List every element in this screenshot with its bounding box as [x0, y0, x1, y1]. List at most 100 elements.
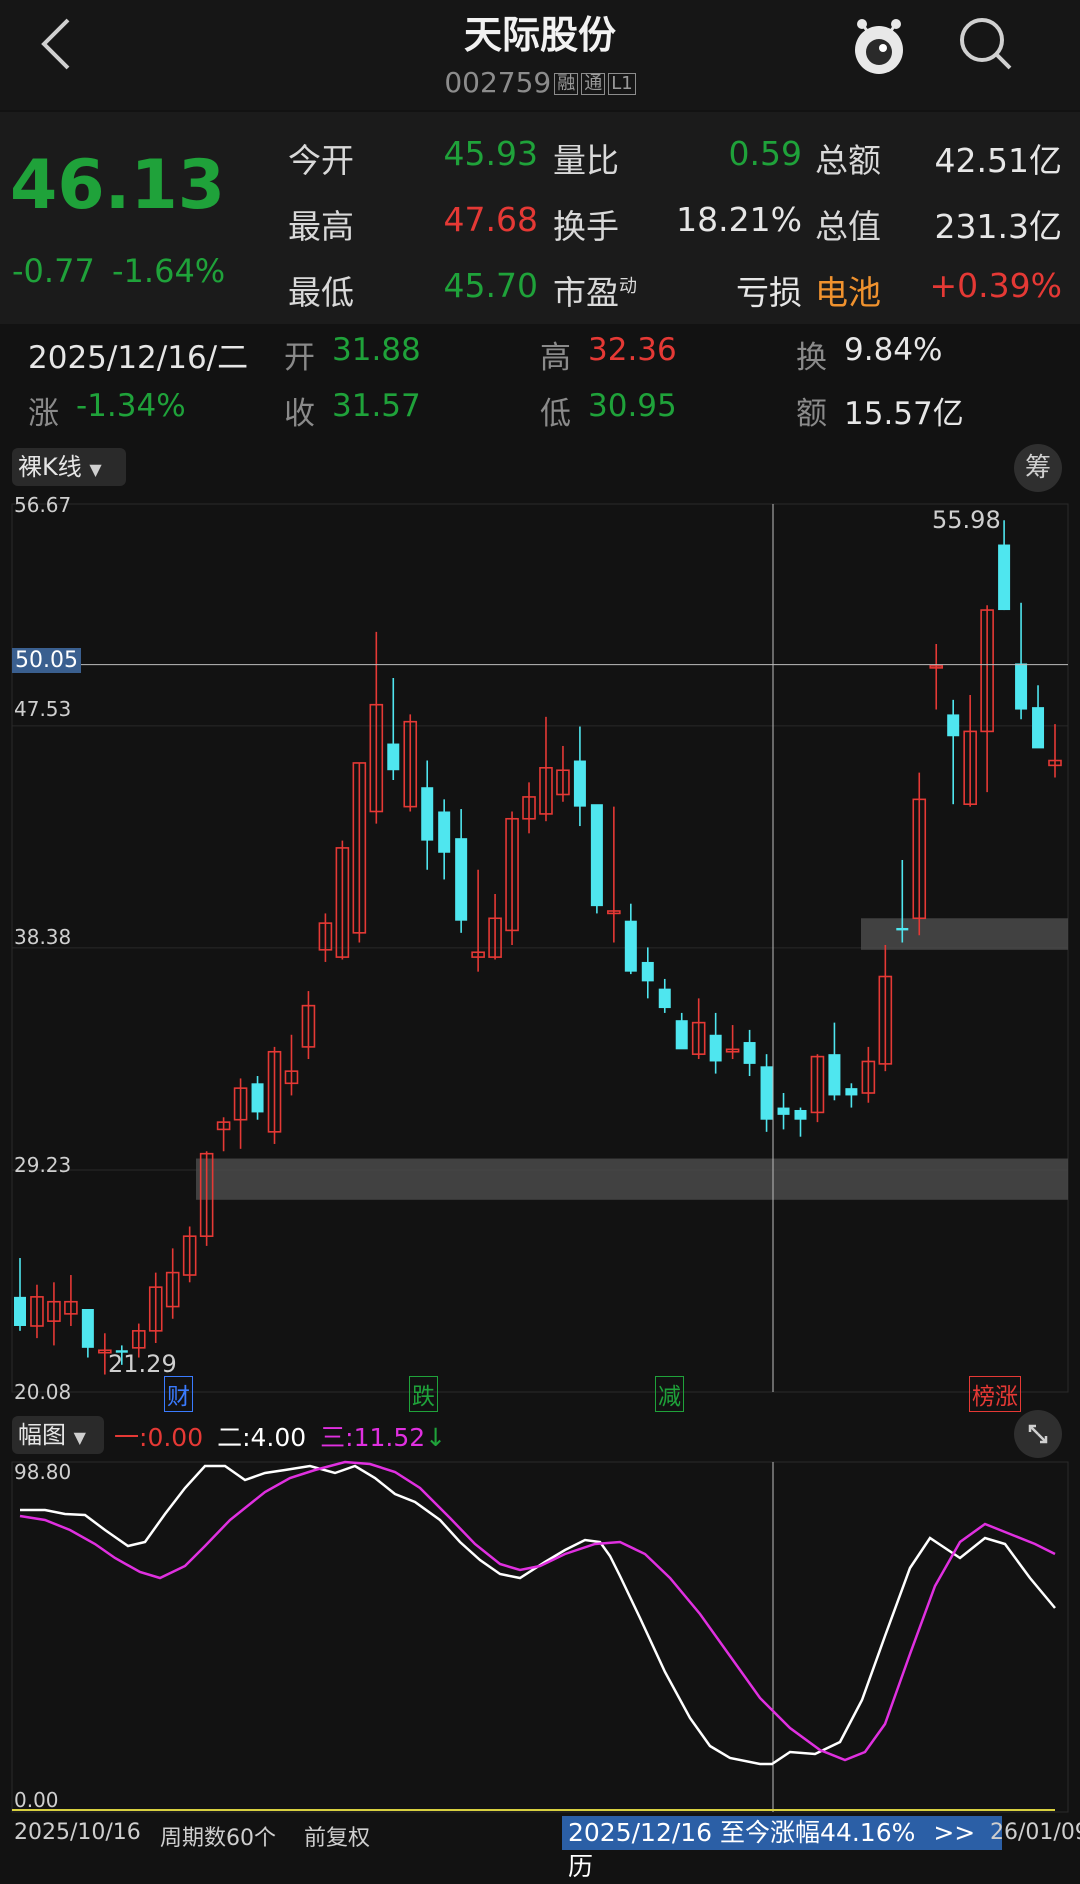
- candle-down: [845, 1088, 858, 1096]
- candle-down: [641, 961, 654, 982]
- indicator-lines: [19, 1460, 1056, 1766]
- pe-value: 亏损: [736, 273, 802, 312]
- day-change-value: -1.34%: [76, 388, 186, 424]
- candle-down: [14, 1296, 26, 1326]
- day-open-value: 31.88: [332, 332, 421, 368]
- connect-tag: 通: [581, 73, 606, 95]
- axis-label-4: 29.23: [14, 1153, 72, 1177]
- open-label: 今开: [288, 141, 354, 180]
- indicator-chart[interactable]: [0, 1458, 1080, 1818]
- candle-down: [743, 1042, 756, 1064]
- period-count: 周期数60个: [160, 1826, 276, 1851]
- sector-change: +0.39%: [929, 266, 1062, 305]
- margin-tag: 融: [554, 73, 579, 95]
- day-close-label: 收: [284, 396, 315, 432]
- market-cap-label: 总值: [815, 207, 881, 246]
- candle-down: [777, 1107, 790, 1115]
- day-open-label: 开: [284, 340, 315, 376]
- chip-distribution-button[interactable]: 筹: [1014, 444, 1062, 492]
- day-high-value: 32.36: [588, 332, 677, 368]
- day-amount-value: 15.57亿: [844, 396, 964, 432]
- day-turnover-label: 换: [796, 340, 827, 376]
- candle-down: [573, 760, 586, 807]
- candle-down: [998, 544, 1011, 611]
- day-low-label: 低: [540, 396, 571, 432]
- level1-tag: L1: [608, 73, 636, 95]
- candle-down: [947, 714, 960, 737]
- range-summary-text: 2025/12/16 至今涨幅44.16%: [568, 1818, 916, 1847]
- candle-down: [794, 1109, 807, 1120]
- pe-label: 市盈动: [553, 273, 637, 312]
- quote-panel: 46.13 -0.77 -1.64% 今开 45.93 量比 0.59 总额 4…: [0, 112, 1080, 324]
- current-price: 46.13: [10, 146, 226, 225]
- sector-label[interactable]: 电池: [815, 266, 881, 314]
- candle-down: [624, 920, 637, 972]
- indicator-name: 幅图: [18, 1421, 66, 1449]
- indicator-bottom-label: 0.00: [14, 1788, 59, 1812]
- kline-mode-label: 裸K线: [18, 453, 82, 481]
- max-price-label: 55.98: [932, 506, 1001, 534]
- line3-label: 三:: [320, 1423, 354, 1452]
- event-tag-drop[interactable]: 跌: [409, 1376, 438, 1412]
- range-summary[interactable]: 2025/12/16 至今涨幅44.16% >> 历: [562, 1816, 1002, 1881]
- indicator-grid: [11, 1461, 1069, 1813]
- search-icon[interactable]: [956, 14, 1016, 74]
- candle-down: [658, 988, 671, 1009]
- candle-down: [828, 1054, 841, 1096]
- kline-chart[interactable]: [0, 492, 1080, 1410]
- line1-label: 一:: [114, 1423, 148, 1452]
- high-value: 47.68: [443, 200, 538, 239]
- chevron-down-icon: ▼: [89, 460, 102, 479]
- candle-down: [421, 787, 434, 841]
- kline-mode-dropdown[interactable]: 裸K线 ▼: [12, 448, 126, 486]
- amount-value: 42.51亿: [934, 141, 1062, 180]
- crosshair-price-label: 50.05: [12, 648, 81, 673]
- candle-down: [81, 1309, 94, 1348]
- volume-ratio-label: 量比: [553, 141, 619, 180]
- chevron-down-icon: ▼: [73, 1428, 86, 1447]
- adjust-type[interactable]: 前复权: [304, 1820, 370, 1852]
- stock-code: 002759: [444, 66, 552, 99]
- turnover-value: 18.21%: [676, 200, 802, 239]
- event-tag-rank-up[interactable]: 榜涨: [969, 1376, 1021, 1412]
- candle-down: [675, 1020, 688, 1050]
- open-value: 45.93: [443, 134, 538, 173]
- end-date: 26/01/09: [990, 1820, 1080, 1845]
- day-high-label: 高: [540, 340, 571, 376]
- low-value: 45.70: [443, 266, 538, 305]
- candle-down: [251, 1083, 264, 1113]
- candle-down: [455, 838, 468, 921]
- stock-name: 天际股份: [463, 13, 616, 57]
- high-label: 最高: [288, 207, 354, 246]
- min-price-label: 21.29: [108, 1350, 177, 1378]
- candle-down: [438, 811, 451, 853]
- axis-label-bottom: 20.08: [14, 1380, 72, 1404]
- price-change: -0.77: [12, 252, 95, 290]
- turnover-label: 换手: [553, 207, 619, 246]
- indicator-line-three: [19, 1460, 1056, 1762]
- indicator-line-two: [20, 1464, 1056, 1766]
- candle-down: [709, 1034, 722, 1062]
- candle-down: [387, 743, 400, 771]
- day-turnover-value: 9.84%: [844, 332, 943, 368]
- down-arrow-icon: ↓: [425, 1423, 447, 1452]
- market-cap-value: 231.3亿: [934, 207, 1062, 246]
- candle-down: [1032, 707, 1045, 749]
- low-label: 最低: [288, 273, 354, 312]
- stock-code-row: 002759 融通 L1: [0, 66, 1080, 99]
- indicator-dropdown[interactable]: 幅图 ▼: [12, 1416, 104, 1454]
- event-tag-finance[interactable]: 财: [164, 1376, 193, 1412]
- indicator-values: 一:0.00 二:4.00 三:11.52↓: [114, 1418, 446, 1454]
- axis-label-3: 38.38: [14, 925, 72, 949]
- selected-date: 2025/12/16/二: [28, 340, 249, 376]
- start-date: 2025/10/16: [14, 1820, 141, 1845]
- pe-dynamic-sup: 动: [619, 276, 637, 297]
- line3-value: 11.52: [353, 1423, 426, 1452]
- top-nav-bar: 天际股份 002759 融通 L1: [0, 0, 1080, 110]
- candle-down: [590, 804, 603, 907]
- mascot-icon[interactable]: [848, 12, 910, 78]
- expand-icon[interactable]: [1014, 1410, 1062, 1458]
- candle-down: [760, 1066, 773, 1120]
- amount-label: 总额: [815, 141, 881, 180]
- event-tag-reduce[interactable]: 减: [655, 1376, 684, 1412]
